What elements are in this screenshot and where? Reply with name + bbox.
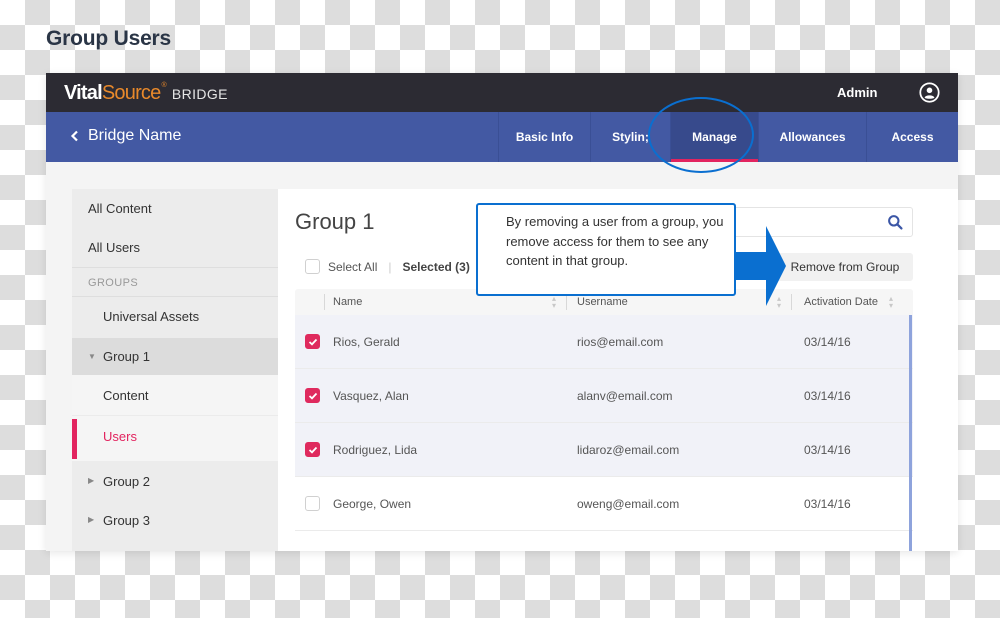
back-to-bridge-link[interactable]: Bridge Name xyxy=(70,127,181,145)
tab-manage[interactable]: Manage xyxy=(670,112,758,162)
row-checkbox[interactable] xyxy=(305,388,320,403)
logo-bridge: BRIDGE xyxy=(171,86,228,102)
top-bar: VitalSource® BRIDGE Admin xyxy=(46,73,958,112)
sort-icon[interactable]: ▴ ▾ xyxy=(889,295,893,310)
account-circle-icon[interactable] xyxy=(919,82,940,103)
sidebar-item-label: Universal Assets xyxy=(103,308,200,324)
checkmark-icon xyxy=(308,392,317,400)
logo-source: Source xyxy=(101,82,161,104)
selected-count: Selected (3) xyxy=(402,259,470,274)
sidebar-item-universal-assets[interactable]: Universal Assets xyxy=(72,296,278,336)
table-row[interactable]: Rodriguez, Lida lidaroz@email.com 03/14/… xyxy=(295,423,913,477)
user-name: George, Owen xyxy=(333,497,412,511)
sidebar-item-label: All Content xyxy=(88,200,152,216)
table-row[interactable]: Rios, Gerald rios@email.com 03/14/16 xyxy=(295,315,913,369)
app-window: VitalSource® BRIDGE Admin Bridge Name Bas… xyxy=(46,73,958,551)
table-row[interactable]: Vasquez, Alan alanv@email.com 03/14/16 xyxy=(295,369,913,423)
checkmark-icon xyxy=(308,446,317,454)
sidebar-item-label: Content xyxy=(103,387,149,403)
user-name: Rios, Gerald xyxy=(333,335,400,349)
caret-right-icon: ▶ xyxy=(88,515,95,524)
user-username: alanv@email.com xyxy=(577,389,673,403)
bridge-name-label: Bridge Name xyxy=(88,127,182,144)
sidebar-item-label: Group 3 xyxy=(103,512,150,528)
row-checkbox[interactable] xyxy=(305,496,320,511)
sidebar-item-group-3[interactable]: ▶ Group 3 xyxy=(72,500,278,540)
select-all-checkbox[interactable] xyxy=(305,259,320,274)
user-username: lidaroz@email.com xyxy=(577,443,680,457)
sidebar-item-group-1-users[interactable]: Users xyxy=(72,416,278,456)
select-all-label[interactable]: Select All xyxy=(328,260,377,274)
page-heading: Group Users xyxy=(46,27,171,50)
activation-date: 03/14/16 xyxy=(804,335,851,349)
sidebar-item-group-1-content[interactable]: Content xyxy=(72,375,278,415)
sidebar-item-all-users[interactable]: All Users xyxy=(72,227,278,267)
annotation-callout: By removing a user from a group, you rem… xyxy=(476,203,736,296)
group-title: Group 1 xyxy=(295,209,375,234)
caret-right-icon: ▶ xyxy=(88,476,95,485)
tab-styling[interactable]: Stylin; xyxy=(590,112,670,162)
groups-section-label: GROUPS xyxy=(88,277,139,289)
activation-date: 03/14/16 xyxy=(804,443,851,457)
checkmark-icon xyxy=(308,338,317,346)
sort-icon[interactable]: ▴ ▾ xyxy=(552,295,556,310)
column-divider xyxy=(566,294,567,310)
sidebar-item-group-1[interactable]: ▼ Group 1 xyxy=(72,338,278,375)
vitalsource-bridge-logo[interactable]: VitalSource® BRIDGE xyxy=(64,82,228,105)
user-username: rios@email.com xyxy=(577,335,664,349)
sidebar-item-label: Group 1 xyxy=(103,349,150,364)
sidebar-divider xyxy=(72,267,278,268)
sidebar-item-label: Users xyxy=(103,428,137,444)
column-header-activation-date[interactable]: Activation Date xyxy=(804,296,878,308)
sidebar-item-group-2[interactable]: ▶ Group 2 xyxy=(72,461,278,501)
sidebar-item-label: All Users xyxy=(88,239,141,255)
table-row xyxy=(295,531,913,551)
table-row[interactable]: George, Owen oweng@email.com 03/14/16 xyxy=(295,477,913,531)
row-checkbox[interactable] xyxy=(305,334,320,349)
caret-down-icon: ▼ xyxy=(88,352,96,361)
separator: | xyxy=(388,259,392,274)
logo-vital: Vital xyxy=(64,82,103,104)
select-all-row: Select All | Selected (3) xyxy=(305,259,470,274)
user-role-label[interactable]: Admin xyxy=(837,85,877,100)
user-username: oweng@email.com xyxy=(577,497,680,511)
column-header-name[interactable]: Name xyxy=(333,296,362,308)
row-checkbox[interactable] xyxy=(305,442,320,457)
users-table: Name ▴ ▾ Username ▴ ▾ Activation Date ▴ ▾ R… xyxy=(295,289,913,551)
tab-bar: Basic Info Stylin; Manage Allowances Acc… xyxy=(498,112,958,162)
column-divider xyxy=(791,294,792,310)
activation-date: 03/14/16 xyxy=(804,389,851,403)
sidebar-item-label: Group 2 xyxy=(103,473,150,489)
user-name: Rodriguez, Lida xyxy=(333,443,418,457)
logo-trademark: ® xyxy=(161,82,166,89)
tab-basic-info[interactable]: Basic Info xyxy=(498,112,590,162)
column-divider xyxy=(324,294,325,310)
activation-date: 03/14/16 xyxy=(804,497,851,511)
nav-bar: Bridge Name Basic Info Stylin; Manage Al… xyxy=(46,112,958,162)
sidebar-item-all-content[interactable]: All Content xyxy=(72,189,278,227)
column-header-username[interactable]: Username xyxy=(577,296,628,308)
user-name: Vasquez, Alan xyxy=(333,389,409,403)
table-scrollbar[interactable] xyxy=(909,315,912,551)
arrow-right-icon xyxy=(736,226,786,306)
sidebar: All Content All Users GROUPS Universal A… xyxy=(72,189,278,551)
tab-allowances[interactable]: Allowances xyxy=(758,112,866,162)
search-icon[interactable] xyxy=(887,214,904,231)
remove-from-group-button[interactable]: Remove from Group xyxy=(777,253,913,281)
chevron-left-icon xyxy=(70,130,78,142)
tab-access[interactable]: Access xyxy=(866,112,958,162)
